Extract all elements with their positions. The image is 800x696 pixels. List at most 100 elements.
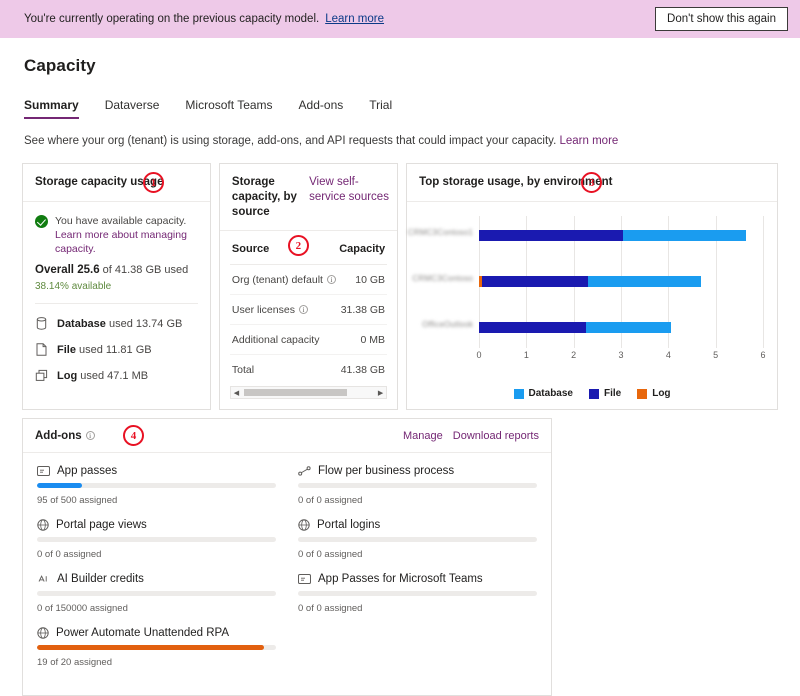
- badge-icon: [298, 574, 311, 584]
- legend-item-database[interactable]: Database: [513, 388, 573, 399]
- capacity-alert: You have available capacity. Learn more …: [35, 214, 198, 256]
- usage-item-file-detail: used 11.81 GB: [79, 343, 152, 356]
- legend-swatch-file: [588, 388, 599, 399]
- usage-item-log-name: Log: [57, 369, 78, 382]
- manage-link[interactable]: Manage: [403, 430, 443, 442]
- addon-progress-bar: [37, 483, 276, 488]
- log-icon: [35, 369, 48, 382]
- addon-portal-page-views: Portal page views 0 of 0 assigned: [37, 519, 276, 560]
- tab-add-ons[interactable]: Add-ons: [299, 98, 344, 119]
- annotation-badge-2: 2: [287, 235, 309, 256]
- scroll-right-arrow-icon[interactable]: ▶: [375, 389, 386, 397]
- bar-segment-database[interactable]: [623, 230, 747, 241]
- scrollbar-thumb[interactable]: [243, 389, 347, 396]
- usage-item-log-text: Log used 47.1 MB: [57, 370, 148, 382]
- bar-segment-file[interactable]: [479, 230, 624, 241]
- addon-progress-fill: [37, 645, 265, 650]
- bar-category-label: OfficeOutlook: [422, 320, 474, 329]
- addon-assigned-text: 0 of 150000 assigned: [37, 603, 128, 614]
- addon-label: Power Automate Unattended RPA: [56, 627, 230, 639]
- usage-item-log-detail: used 47.1 MB: [80, 369, 149, 382]
- info-icon[interactable]: i: [298, 305, 308, 314]
- column-header-capacity: Capacity: [336, 231, 388, 265]
- storage-capacity-usage-body: You have available capacity. Learn more …: [23, 202, 210, 392]
- source-name-cell: Additional capacity: [229, 324, 337, 355]
- tab-trial[interactable]: Trial: [369, 98, 392, 119]
- annotation-badge-4: 4: [123, 425, 144, 446]
- info-icon[interactable]: i: [326, 275, 336, 284]
- addon-title: Portal logins: [298, 519, 537, 531]
- addon-ai-builder-credits: AI Builder credits 0 of 150000 assigned: [37, 573, 276, 614]
- table-row: Org (tenant) default i 10 GB: [229, 264, 388, 295]
- tab-microsoft-teams[interactable]: Microsoft Teams: [185, 98, 272, 119]
- capacity-alert-link[interactable]: Learn more about managing capacity.: [55, 229, 187, 255]
- x-tick-label: 3: [618, 350, 624, 360]
- addon-title: AI Builder credits: [37, 573, 276, 585]
- addons-header-links: Manage Download reports: [403, 430, 539, 442]
- addon-assigned-text: 0 of 0 assigned: [298, 603, 363, 614]
- view-self-service-sources-link[interactable]: View self-service sources: [309, 175, 389, 205]
- page-container: Capacity Summary Dataverse Microsoft Tea…: [0, 56, 800, 696]
- addon-title: App Passes for Microsoft Teams: [298, 573, 537, 585]
- addon-portal-logins: Portal logins 0 of 0 assigned: [298, 519, 537, 560]
- chart-x-axis: 0 1 2 3 4 5 6: [477, 350, 766, 362]
- legend-swatch-log: [637, 388, 648, 399]
- addon-progress-bar: [37, 537, 276, 542]
- file-icon: [35, 343, 48, 356]
- banner-message: You're currently operating on the previo…: [24, 13, 320, 25]
- capacity-cell: 41.38 GB: [340, 364, 386, 376]
- table-row: User licenses i 31.38 GB: [229, 294, 388, 325]
- database-icon: [35, 317, 48, 330]
- tab-bar: Summary Dataverse Microsoft Teams Add-on…: [24, 98, 778, 119]
- legend-label-log: Log: [652, 388, 671, 399]
- top-storage-header: Top storage usage, by environment 3: [407, 164, 777, 202]
- tab-dataverse[interactable]: Dataverse: [105, 98, 160, 119]
- addon-title: App passes: [37, 465, 276, 477]
- addon-title: Flow per business process: [298, 465, 537, 477]
- addon-progress-bar: [298, 537, 537, 542]
- bar-segment-database[interactable]: [588, 276, 702, 287]
- globe-icon: [37, 519, 49, 531]
- addon-assigned-text: 95 of 500 assigned: [37, 495, 118, 506]
- badge-icon: [37, 466, 50, 476]
- usage-item-database-detail: used 13.74 GB: [108, 317, 183, 330]
- x-tick-label: 1: [523, 350, 529, 360]
- source-label: User licenses: [231, 304, 295, 316]
- summary-cards-row: Storage capacity usage 1 You have availa…: [22, 163, 778, 410]
- storage-capacity-usage-card: Storage capacity usage 1 You have availa…: [22, 163, 211, 410]
- legend-swatch-database: [513, 388, 524, 399]
- annotation-badge-1: 1: [143, 172, 164, 193]
- bar-segment-database[interactable]: [585, 322, 671, 333]
- capacity-alert-text: You have available capacity. Learn more …: [55, 214, 198, 256]
- info-icon[interactable]: i: [85, 431, 95, 440]
- legend-item-file[interactable]: File: [588, 388, 621, 399]
- chart-plot-area: CRMC3Contoso1 CRMC3Contoso OfficeOutlook: [408, 216, 763, 348]
- capacity-cell: 31.38 GB: [336, 294, 388, 325]
- globe-icon: [298, 519, 310, 531]
- usage-item-database-name: Database: [57, 317, 106, 330]
- addon-label: App passes: [57, 465, 118, 477]
- bar-row: CRMC3Contoso: [412, 274, 763, 287]
- tab-summary[interactable]: Summary: [24, 98, 79, 119]
- addon-assigned-text: 0 of 0 assigned: [298, 549, 363, 560]
- download-reports-link[interactable]: Download reports: [453, 430, 539, 442]
- legend-item-log[interactable]: Log: [637, 388, 671, 399]
- bar-segment-file[interactable]: [479, 322, 586, 333]
- page-subtitle-learn-more-link[interactable]: Learn more: [559, 135, 618, 147]
- column-header-source: Source: [229, 231, 337, 265]
- ai-icon: [37, 574, 50, 585]
- source-name-cell: Total: [231, 364, 255, 376]
- addon-app-passes: App passes 95 of 500 assigned: [37, 465, 276, 506]
- addons-header: Add-ons i 4 Manage Download reports: [23, 419, 551, 453]
- banner-learn-more-link[interactable]: Learn more: [325, 13, 384, 25]
- scroll-left-arrow-icon[interactable]: ◀: [231, 389, 242, 397]
- x-tick-label: 2: [571, 350, 577, 360]
- table-horizontal-scrollbar[interactable]: ◀ ▶: [229, 386, 388, 399]
- card-divider: [35, 303, 198, 304]
- bar-row: CRMC3Contoso1: [408, 228, 763, 241]
- storage-by-source-body: 2 Source Capacity Org (tenant) default i …: [220, 231, 397, 409]
- source-capacity-table: Source Capacity Org (tenant) default i 10…: [229, 231, 388, 384]
- bar-segment-file[interactable]: [482, 276, 589, 287]
- dismiss-banner-button[interactable]: Don't show this again: [655, 7, 788, 31]
- overall-usage-line: Overall 25.6 of 41.38 GB used: [35, 263, 198, 278]
